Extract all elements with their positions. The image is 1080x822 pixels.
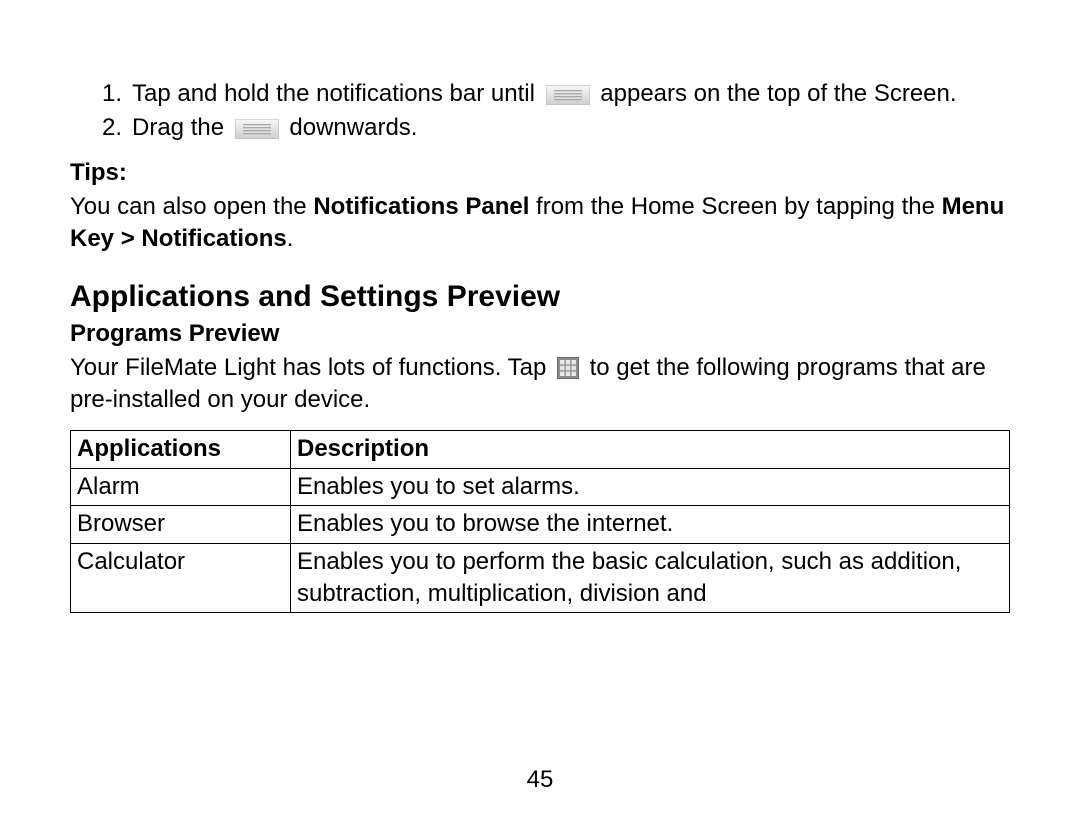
table-row: Browser Enables you to browse the intern… <box>71 506 1010 543</box>
tips-heading: Tips: <box>70 159 1010 187</box>
table-header-row: Applications Description <box>71 431 1010 468</box>
cell-app: Alarm <box>71 468 291 505</box>
manual-page: 1. Tap and hold the notifications bar un… <box>0 0 1080 822</box>
tips-text-c: from the Home Screen by tapping the <box>529 193 941 220</box>
cell-app: Calculator <box>71 543 291 613</box>
tips-text-e: . <box>287 225 294 252</box>
cell-desc: Enables you to set alarms. <box>291 468 1010 505</box>
table-row: Alarm Enables you to set alarms. <box>71 468 1010 505</box>
tips-text-b: Notifications Panel <box>313 193 529 220</box>
step-text: Tap and hold the notifications bar until <box>132 78 1010 110</box>
table-row: Calculator Enables you to perform the ba… <box>71 543 1010 613</box>
applications-table: Applications Description Alarm Enables y… <box>70 430 1010 613</box>
step-2-text-b: downwards. <box>289 114 417 141</box>
programs-paragraph: Your FileMate Light has lots of function… <box>70 352 1010 417</box>
tips-text-a: You can also open the <box>70 193 313 220</box>
step-number: 2. <box>102 112 132 144</box>
step-number: 1. <box>102 78 132 110</box>
section-heading: Applications and Settings Preview <box>70 280 1010 314</box>
programs-text-a: Your FileMate Light has lots of function… <box>70 354 553 381</box>
steps-list: 1. Tap and hold the notifications bar un… <box>102 78 1010 145</box>
programs-preview-heading: Programs Preview <box>70 320 1010 348</box>
page-number: 45 <box>0 766 1080 794</box>
step-text: Drag the <box>132 112 1010 144</box>
app-grid-icon <box>557 357 579 379</box>
cell-desc: Enables you to browse the internet. <box>291 506 1010 543</box>
header-applications: Applications <box>71 431 291 468</box>
header-description: Description <box>291 431 1010 468</box>
step-2: 2. Drag the <box>102 112 1010 144</box>
drag-handle-icon <box>235 119 279 139</box>
cell-app: Browser <box>71 506 291 543</box>
drag-handle-icon <box>546 85 590 105</box>
step-1-text-b: appears on the top of the Screen. <box>600 80 956 107</box>
step-1-text-a: Tap and hold the notifications bar until <box>132 80 542 107</box>
tips-paragraph: You can also open the Notifications Pane… <box>70 191 1010 256</box>
cell-desc: Enables you to perform the basic calcula… <box>291 543 1010 613</box>
step-1: 1. Tap and hold the notifications bar un… <box>102 78 1010 110</box>
step-2-text-a: Drag the <box>132 114 231 141</box>
